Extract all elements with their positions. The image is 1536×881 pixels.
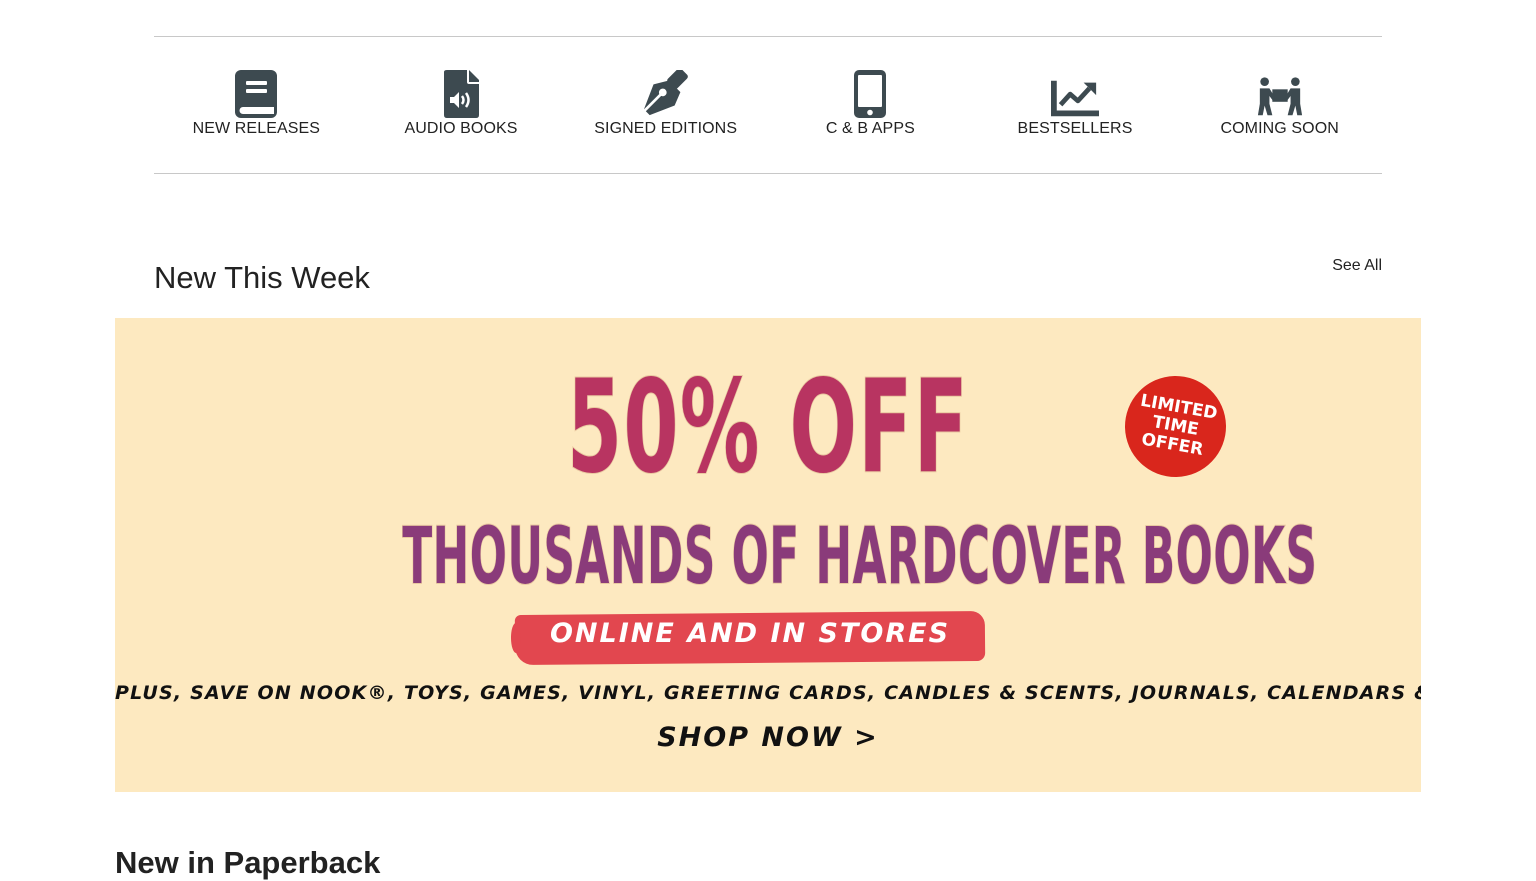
trending-chart-icon	[1051, 68, 1100, 118]
nav-cb-apps[interactable]: C & B APPS	[768, 37, 973, 173]
nav-coming-soon[interactable]: COMING SOON	[1177, 37, 1382, 173]
banner-subline: THOUSANDS OF HARDCOVER BOOKS	[402, 517, 1318, 597]
mobile-phone-icon	[846, 68, 894, 118]
nav-label: SIGNED EDITIONS	[594, 120, 738, 137]
nav-new-releases[interactable]: NEW RELEASES	[154, 37, 359, 173]
nav-label: AUDIO BOOKS	[404, 120, 518, 137]
people-carry-box-icon	[1256, 68, 1304, 118]
section-title-new-in-paperback: New in Paperback	[115, 845, 381, 880]
nav-label: COMING SOON	[1220, 120, 1339, 137]
see-all-link[interactable]: See All	[1332, 257, 1382, 275]
promo-banner[interactable]: 50% OFF THOUSANDS OF HARDCOVER BOOKS LIM…	[115, 318, 1421, 792]
pen-nib-icon	[642, 68, 690, 118]
book-icon	[232, 68, 280, 118]
banner-subline-text: THOUSANDS OF HARDCOVER BOOKS	[402, 512, 1318, 602]
banner-headline-text: 50% OFF	[566, 353, 970, 502]
nav-label: BESTSELLERS	[1017, 120, 1133, 137]
banner-plus-line: PLUS, SAVE ON NOOK®, TOYS, GAMES, VINYL,…	[115, 682, 1421, 704]
nav-bestsellers[interactable]: BESTSELLERS	[973, 37, 1178, 173]
nav-signed-editions[interactable]: SIGNED EDITIONS	[563, 37, 768, 173]
nav-label: NEW RELEASES	[192, 120, 321, 137]
category-nav: NEW RELEASES AUDIO BOOKS SIGNED EDITIONS…	[154, 36, 1382, 174]
nav-label: C & B APPS	[825, 120, 915, 137]
shop-now-link[interactable]: SHOP NOW >	[115, 722, 1421, 753]
banner-headline: 50% OFF	[363, 363, 1173, 493]
audio-file-icon	[437, 68, 485, 118]
banner-brush-text: ONLINE AND IN STORES	[549, 618, 951, 649]
section-title: New This Week	[154, 260, 370, 295]
nav-audio-books[interactable]: AUDIO BOOKS	[359, 37, 564, 173]
